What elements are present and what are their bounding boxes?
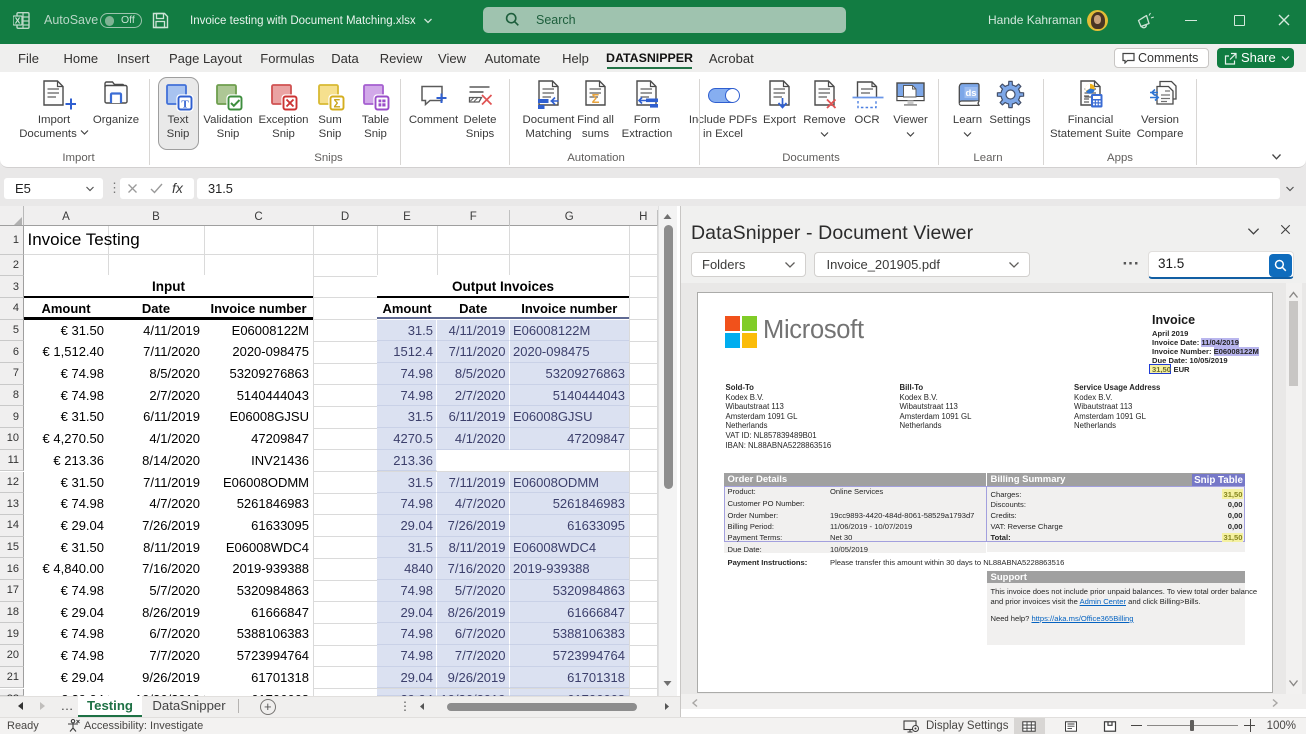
svg-text:X: X: [15, 15, 21, 25]
svg-text:ds: ds: [965, 88, 976, 99]
svg-text:Σ: Σ: [333, 98, 340, 110]
svg-text:Σ: Σ: [591, 91, 599, 106]
svg-text:T: T: [181, 98, 189, 110]
